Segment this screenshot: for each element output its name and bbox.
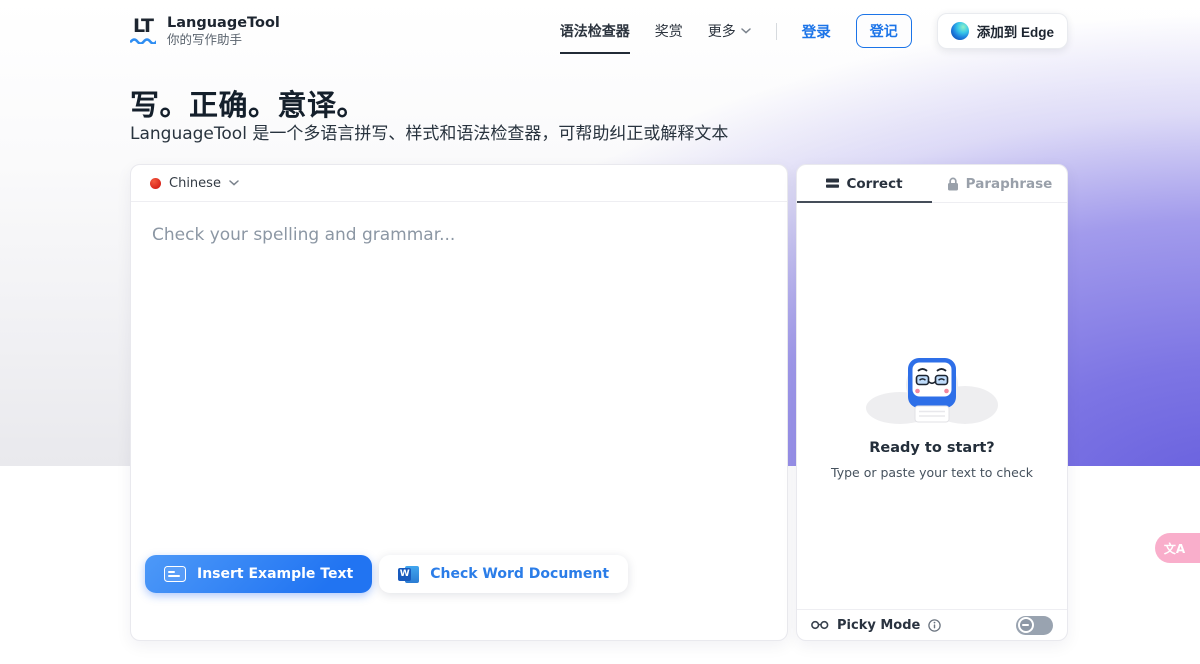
main-nav: 语法检查器 奖赏 更多 登录 登记 添加到 Edge <box>560 13 1068 49</box>
picky-mode-bar: Picky Mode <box>797 609 1067 640</box>
nav-item-grammar-checker[interactable]: 语法检查器 <box>560 21 630 41</box>
editor-card: Chinese Check your spelling and grammar.… <box>130 164 788 641</box>
nav-item-label: 奖赏 <box>655 21 683 41</box>
logo-mark: LT <box>130 17 156 44</box>
add-to-edge-button[interactable]: 添加到 Edge <box>937 13 1068 49</box>
translate-badge[interactable]: 文A <box>1155 533 1200 563</box>
signup-button[interactable]: 登记 <box>856 14 912 48</box>
nav-item-label: 语法检查器 <box>560 21 630 41</box>
language-selector[interactable]: Chinese <box>131 165 787 202</box>
results-panel: Correct Paraphrase <box>796 164 1068 641</box>
word-document-icon: W <box>398 565 419 584</box>
robot-mascot-illustration <box>862 351 1002 427</box>
logo-tagline: 你的写作助手 <box>167 32 280 47</box>
edge-browser-icon <box>951 22 969 40</box>
nav-divider <box>776 23 777 40</box>
results-empty-state: Ready to start? Type or paste your text … <box>797 203 1067 609</box>
tab-paraphrase[interactable]: Paraphrase <box>932 165 1067 202</box>
tab-correct[interactable]: Correct <box>797 165 932 202</box>
chevron-down-icon <box>229 180 239 186</box>
empty-state-title: Ready to start? <box>831 440 1033 456</box>
logo-text: LanguageTool 你的写作助手 <box>167 15 280 47</box>
edge-button-label: 添加到 Edge <box>977 21 1054 41</box>
logo[interactable]: LT LanguageTool 你的写作助手 <box>130 15 280 47</box>
tab-correct-label: Correct <box>846 176 902 192</box>
glasses-icon <box>811 620 829 630</box>
document-icon <box>164 566 186 582</box>
lock-icon <box>947 177 959 191</box>
text-editor[interactable]: Check your spelling and grammar... Inser… <box>131 202 787 604</box>
insert-example-text-button[interactable]: Insert Example Text <box>145 555 372 593</box>
logo-lt-text: LT <box>133 17 153 36</box>
language-label: Chinese <box>169 176 221 191</box>
picky-mode-label: Picky Mode <box>837 618 920 633</box>
nav-item-label: 更多 <box>708 21 736 41</box>
info-icon[interactable] <box>928 619 941 632</box>
empty-state-subtitle: Type or paste your text to check <box>831 465 1033 480</box>
toggle-knob <box>1018 617 1034 633</box>
nav-item-more[interactable]: 更多 <box>708 21 751 41</box>
results-tabs: Correct Paraphrase <box>797 165 1067 203</box>
logo-name: LanguageTool <box>167 15 280 32</box>
correct-tab-icon <box>826 178 839 189</box>
tab-paraphrase-label: Paraphrase <box>966 176 1053 192</box>
editor-actions: Insert Example Text W Check Word Documen… <box>145 555 628 593</box>
login-link[interactable]: 登录 <box>802 21 831 42</box>
page-subtitle: LanguageTool 是一个多语言拼写、样式和语法检查器，可帮助纠正或解释文… <box>130 119 728 144</box>
picky-mode-toggle[interactable] <box>1016 616 1053 635</box>
page-title: 写。正确。意译。 <box>130 82 366 124</box>
editor-placeholder: Check your spelling and grammar... <box>131 202 787 268</box>
language-flag-icon <box>150 178 161 189</box>
check-word-label: Check Word Document <box>430 566 609 582</box>
insert-example-label: Insert Example Text <box>197 566 353 582</box>
nav-item-rewards[interactable]: 奖赏 <box>655 21 683 41</box>
header: LT LanguageTool 你的写作助手 语法检查器 奖赏 更多 登录 登记 <box>0 0 1200 62</box>
chevron-down-icon <box>741 28 751 34</box>
active-tab-underline <box>797 201 932 204</box>
check-word-document-button[interactable]: W Check Word Document <box>379 555 628 593</box>
logo-wave-icon <box>130 37 156 44</box>
